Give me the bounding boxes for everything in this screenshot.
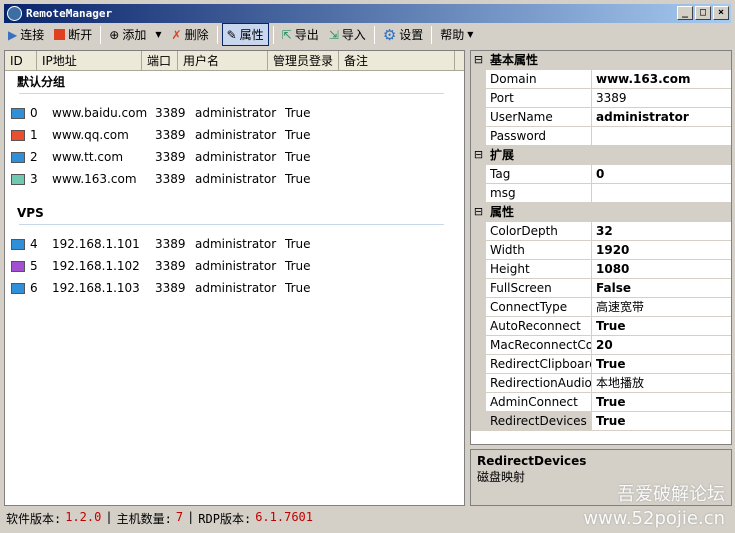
close-button[interactable]: ×: [713, 6, 729, 20]
property-value[interactable]: True: [592, 317, 731, 335]
property-value[interactable]: [592, 184, 731, 202]
toolbar: ▶ 连接 断开 ⊕ 添加 ▼ ✗ 删除 ✎ 属性 ⇱ 导出 ⇲ 导入 ⚙ 设置 帮助 ▼: [4, 22, 477, 47]
property-row[interactable]: ConnectType 高速宽带: [471, 298, 731, 317]
edit-icon: ✎: [226, 27, 237, 42]
property-value[interactable]: 32: [592, 222, 731, 240]
monitor-icon: [11, 129, 25, 141]
host-row[interactable]: 2 www.tt.com 3389 administrator True: [5, 146, 464, 168]
host-row[interactable]: 1 www.qq.com 3389 administrator True: [5, 124, 464, 146]
stop-icon: [54, 29, 66, 40]
column-header[interactable]: ID: [5, 51, 37, 70]
group-header[interactable]: VPS: [5, 202, 464, 224]
monitor-icon: [11, 107, 25, 119]
connect-button[interactable]: ▶ 连接: [4, 23, 48, 46]
delete-button[interactable]: ✗ 删除: [168, 23, 213, 46]
help-menu[interactable]: 帮助 ▼: [436, 23, 477, 46]
property-row[interactable]: ColorDepth 32: [471, 222, 731, 241]
import-button[interactable]: ⇲ 导入: [325, 23, 370, 46]
collapse-icon[interactable]: ⊟: [471, 51, 486, 69]
description-title: RedirectDevices: [477, 454, 587, 468]
window-title: RemoteManager: [26, 7, 113, 20]
property-value[interactable]: 1080: [592, 260, 731, 278]
property-row[interactable]: msg: [471, 184, 731, 203]
property-row[interactable]: RedirectClipboard True: [471, 355, 731, 374]
property-row[interactable]: MacReconnectCo 20: [471, 336, 731, 355]
collapse-icon[interactable]: ⊟: [471, 203, 486, 221]
properties-button[interactable]: ✎ 属性: [221, 23, 269, 46]
property-value[interactable]: True: [592, 355, 731, 373]
monitor-icon: [11, 238, 25, 250]
column-header[interactable]: 用户名: [178, 51, 268, 70]
property-value[interactable]: 20: [592, 336, 731, 354]
maximize-button[interactable]: □: [695, 6, 711, 20]
property-category[interactable]: ⊟ 扩展: [471, 146, 731, 165]
property-category[interactable]: ⊟ 属性: [471, 203, 731, 222]
property-row[interactable]: Domain www.163.com: [471, 70, 731, 89]
property-row[interactable]: Password: [471, 127, 731, 146]
property-value[interactable]: 0: [592, 165, 731, 183]
software-version: 1.2.0: [65, 510, 102, 524]
gear-icon: ⚙: [382, 25, 397, 44]
property-value[interactable]: 1920: [592, 241, 731, 259]
app-logo-icon: [7, 6, 22, 21]
export-button[interactable]: ⇱ 导出: [278, 23, 323, 46]
monitor-icon: [11, 173, 25, 185]
monitor-icon: [11, 260, 25, 272]
property-row[interactable]: RedirectionAudio 本地播放: [471, 374, 731, 393]
title-bar: RemoteManager _ □ ×: [4, 4, 731, 23]
host-list[interactable]: ID IP地址 端口 用户名 管理员登录 备注 默认分组 0 www.baidu.com 338…: [4, 50, 465, 506]
host-row[interactable]: 3 www.163.com 3389 administrator True: [5, 168, 464, 190]
delete-icon: ✗: [171, 27, 182, 42]
host-row[interactable]: 5 192.168.1.102 3389 administrator True: [5, 255, 464, 277]
import-icon: ⇲: [328, 27, 339, 42]
property-row[interactable]: Height 1080: [471, 260, 731, 279]
list-header: ID IP地址 端口 用户名 管理员登录 备注: [5, 51, 464, 71]
collapse-icon[interactable]: ⊟: [471, 146, 486, 164]
property-value[interactable]: False: [592, 279, 731, 297]
plus-circle-icon: ⊕: [109, 27, 120, 42]
status-bar: 软件版本: 1.2.0 | 主机数量: 7 | RDP版本: 6.1.7601: [6, 510, 313, 526]
property-value[interactable]: 高速宽带: [592, 298, 731, 316]
column-header[interactable]: 端口: [142, 51, 178, 70]
property-value[interactable]: www.163.com: [592, 70, 731, 88]
watermark: 吾爱破解论坛 www.52pojie.cn: [583, 484, 725, 529]
dropdown-arrow-icon: ▼: [467, 30, 474, 39]
export-icon: ⇱: [281, 27, 292, 42]
property-row[interactable]: Tag 0: [471, 165, 731, 184]
property-row[interactable]: FullScreen False: [471, 279, 731, 298]
column-header[interactable]: 备注: [339, 51, 455, 70]
property-row[interactable]: AutoReconnect True: [471, 317, 731, 336]
property-category[interactable]: ⊟ 基本属性: [471, 51, 731, 70]
play-icon: ▶: [8, 27, 18, 42]
host-row[interactable]: 4 192.168.1.101 3389 administrator True: [5, 233, 464, 255]
column-header[interactable]: 管理员登录: [268, 51, 339, 70]
property-grid[interactable]: ⊟ 基本属性 Domain www.163.com Port 3389 UserName ad…: [470, 50, 732, 445]
property-value[interactable]: True: [592, 393, 731, 411]
rdp-version: 6.1.7601: [255, 510, 313, 524]
dropdown-arrow-icon[interactable]: ▼: [155, 30, 161, 39]
monitor-icon: [11, 151, 25, 163]
property-value[interactable]: True: [592, 412, 731, 430]
property-value[interactable]: 本地播放: [592, 374, 731, 392]
property-value[interactable]: 3389: [592, 89, 731, 107]
group-header[interactable]: 默认分组: [5, 71, 464, 93]
monitor-icon: [11, 282, 25, 294]
column-header[interactable]: IP地址: [37, 51, 142, 70]
settings-button[interactable]: ⚙ 设置: [379, 23, 427, 46]
minimize-button[interactable]: _: [677, 6, 693, 20]
host-count: 7: [175, 510, 184, 524]
property-value[interactable]: [592, 127, 731, 145]
property-value[interactable]: administrator: [592, 108, 731, 126]
add-button[interactable]: ⊕ 添加 ▼: [105, 23, 165, 46]
host-row[interactable]: 0 www.baidu.com 3389 administrator True: [5, 102, 464, 124]
property-row[interactable]: UserName administrator: [471, 108, 731, 127]
property-row[interactable]: Width 1920: [471, 241, 731, 260]
property-row[interactable]: Port 3389: [471, 89, 731, 108]
host-row[interactable]: 6 192.168.1.103 3389 administrator True: [5, 277, 464, 299]
disconnect-button[interactable]: 断开: [50, 23, 96, 46]
property-row[interactable]: AdminConnect True: [471, 393, 731, 412]
property-row[interactable]: RedirectDevices True: [471, 412, 731, 431]
